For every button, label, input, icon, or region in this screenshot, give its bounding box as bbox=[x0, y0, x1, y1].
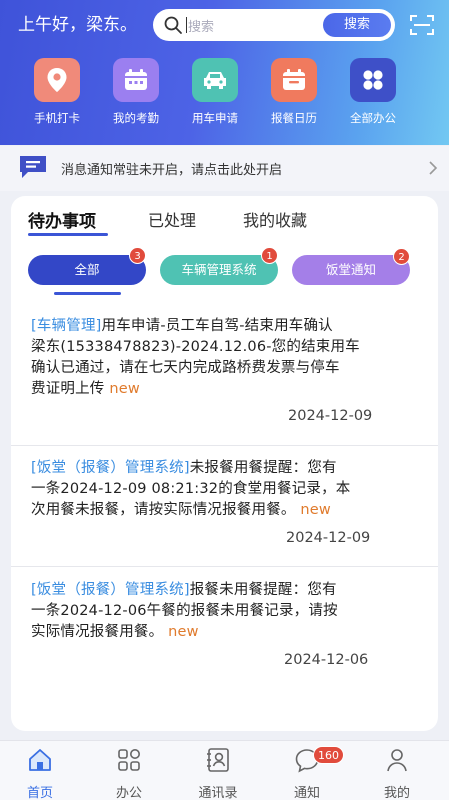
quick-action-label: 我的考勤 bbox=[113, 111, 159, 125]
nav-label: 通讯录 bbox=[198, 786, 238, 800]
top-bar: 上午好，梁东。 搜索 搜索 bbox=[0, 0, 449, 50]
message-text: [饭堂（报餐）管理系统]未报餐用餐提醒：您有 一条2024-12-09 08:2… bbox=[31, 458, 426, 521]
text-cursor bbox=[186, 17, 187, 33]
filter-active-indicator bbox=[54, 292, 121, 295]
message-line: 次用餐未报餐，请按实际情况报餐用餐。 bbox=[31, 502, 296, 518]
person-icon bbox=[387, 749, 407, 772]
quick-action-box bbox=[271, 58, 317, 102]
notification-text: 消息通知常驻未开启，请点击此处开启 bbox=[61, 163, 283, 178]
filter-badge: 3 bbox=[129, 247, 146, 264]
nav-office[interactable]: 办公 bbox=[94, 747, 164, 800]
filter-all[interactable]: 全部 bbox=[28, 255, 146, 285]
message-text: [饭堂（报餐）管理系统]报餐未用餐提醒：您有 一条2024-12-06午餐的报餐… bbox=[31, 580, 426, 643]
nav-contacts[interactable]: 通讯录 bbox=[183, 747, 253, 800]
message-line: 一条2024-12-09 08:21:32的食堂用餐记录，本 bbox=[31, 481, 351, 497]
filter-label: 车辆管理系统 bbox=[181, 262, 257, 277]
search-icon bbox=[164, 16, 182, 34]
nav-label: 我的 bbox=[383, 786, 410, 800]
quick-action-all-office[interactable]: 全部办公 bbox=[333, 58, 413, 126]
message-date: 2024-12-09 bbox=[288, 408, 373, 424]
quick-action-label: 全部办公 bbox=[350, 111, 396, 125]
notification-banner[interactable]: 消息通知常驻未开启，请点击此处开启 bbox=[0, 146, 449, 191]
tab-todo[interactable]: 待办事项 bbox=[28, 207, 96, 232]
nav-label: 首页 bbox=[26, 786, 53, 800]
message-line: 费证明上传 bbox=[31, 381, 105, 397]
message-line: 一条2024-12-06午餐的报餐未用餐记录，请按 bbox=[31, 603, 338, 619]
message-tag: [车辆管理] bbox=[31, 318, 102, 334]
quick-actions: 手机打卡 我的考勤 用车申请 报餐日历 全部办公 bbox=[0, 58, 449, 133]
filter-label: 饭堂通知 bbox=[325, 262, 376, 277]
calendar-icon bbox=[125, 69, 147, 90]
message-tag: [饭堂（报餐）管理系统] bbox=[31, 582, 190, 598]
message-line: 梁东(15338478823)-2024.12.06-您的结束用车 bbox=[31, 339, 360, 355]
message-line: 实际情况报餐用餐。 bbox=[31, 624, 164, 640]
car-icon bbox=[204, 72, 226, 89]
scan-icon[interactable] bbox=[410, 14, 434, 36]
calendar-check-icon bbox=[283, 69, 305, 90]
todo-card: 待办事项 已处理 我的收藏 全部 3 车辆管理系统 1 饭堂通知 2 [车辆管理… bbox=[11, 196, 438, 731]
quick-action-clock-in[interactable]: 手机打卡 bbox=[17, 58, 97, 126]
message-date: 2024-12-09 bbox=[286, 530, 371, 546]
quick-action-label: 报餐日历 bbox=[271, 111, 317, 125]
message-icon bbox=[20, 156, 46, 178]
contacts-icon bbox=[207, 748, 229, 772]
tab-bar: 待办事项 已处理 我的收藏 bbox=[11, 196, 438, 241]
search-button[interactable]: 搜索 bbox=[323, 13, 391, 37]
bottom-navigation: 首页 办公 通讯录 160 通知 我的 bbox=[0, 740, 449, 800]
quick-action-box bbox=[350, 58, 396, 102]
tab-active-indicator bbox=[28, 233, 108, 236]
new-label: new bbox=[300, 502, 331, 518]
message-line: 未报餐用餐提醒：您有 bbox=[189, 460, 337, 476]
nav-home[interactable]: 首页 bbox=[5, 747, 75, 800]
nav-label: 通知 bbox=[293, 786, 320, 800]
filter-label: 全部 bbox=[74, 262, 100, 277]
message-tag: [饭堂（报餐）管理系统] bbox=[31, 460, 190, 476]
list-item[interactable]: [饭堂（报餐）管理系统]未报餐用餐提醒：您有 一条2024-12-09 08:2… bbox=[11, 458, 438, 558]
search-box[interactable]: 搜索 搜索 bbox=[153, 9, 395, 41]
quick-action-label: 用车申请 bbox=[192, 111, 238, 125]
filter-vehicle-system[interactable]: 车辆管理系统 bbox=[160, 255, 278, 285]
message-text: [车辆管理]用车申请-员工车自驾-结束用车确认 梁东(15338478823)-… bbox=[31, 316, 426, 400]
filter-badge: 1 bbox=[261, 247, 278, 264]
new-label: new bbox=[109, 381, 140, 397]
chevron-right-icon bbox=[429, 161, 438, 175]
quick-action-box bbox=[34, 58, 80, 102]
tab-processed[interactable]: 已处理 bbox=[148, 207, 196, 231]
quick-action-meal-calendar[interactable]: 报餐日历 bbox=[254, 58, 334, 126]
search-input[interactable]: 搜索 bbox=[188, 16, 214, 35]
nav-label: 办公 bbox=[115, 786, 142, 800]
grid-icon bbox=[118, 749, 140, 771]
message-line: 用车申请-员工车自驾-结束用车确认 bbox=[101, 318, 333, 334]
nav-notifications[interactable]: 160 通知 bbox=[272, 746, 344, 800]
quick-action-box bbox=[192, 58, 238, 102]
message-date: 2024-12-06 bbox=[284, 652, 369, 668]
filter-badge: 2 bbox=[393, 248, 410, 265]
list-item[interactable]: [车辆管理]用车申请-员工车自驾-结束用车确认 梁东(15338478823)-… bbox=[11, 316, 438, 441]
quick-action-car-request[interactable]: 用车申请 bbox=[175, 58, 255, 126]
apps-grid-icon bbox=[363, 70, 383, 90]
quick-action-attendance[interactable]: 我的考勤 bbox=[96, 58, 176, 126]
greeting-text: 上午好，梁东。 bbox=[18, 15, 137, 35]
divider bbox=[11, 445, 438, 446]
quick-action-box bbox=[113, 58, 159, 102]
filter-canteen-notice[interactable]: 饭堂通知 bbox=[292, 255, 410, 285]
notification-badge: 160 bbox=[313, 746, 344, 764]
home-icon bbox=[29, 749, 51, 771]
quick-action-label: 手机打卡 bbox=[34, 111, 80, 125]
message-line: 确认已通过，请在七天内完成路桥费发票与停车 bbox=[31, 360, 340, 376]
new-label: new bbox=[168, 624, 199, 640]
message-line: 报餐未用餐提醒：您有 bbox=[189, 582, 337, 598]
nav-me[interactable]: 我的 bbox=[362, 747, 432, 800]
tab-favorites[interactable]: 我的收藏 bbox=[243, 207, 307, 231]
location-pin-icon bbox=[47, 68, 67, 92]
list-item[interactable]: [饭堂（报餐）管理系统]报餐未用餐提醒：您有 一条2024-12-06午餐的报餐… bbox=[11, 580, 438, 680]
divider bbox=[11, 566, 438, 567]
